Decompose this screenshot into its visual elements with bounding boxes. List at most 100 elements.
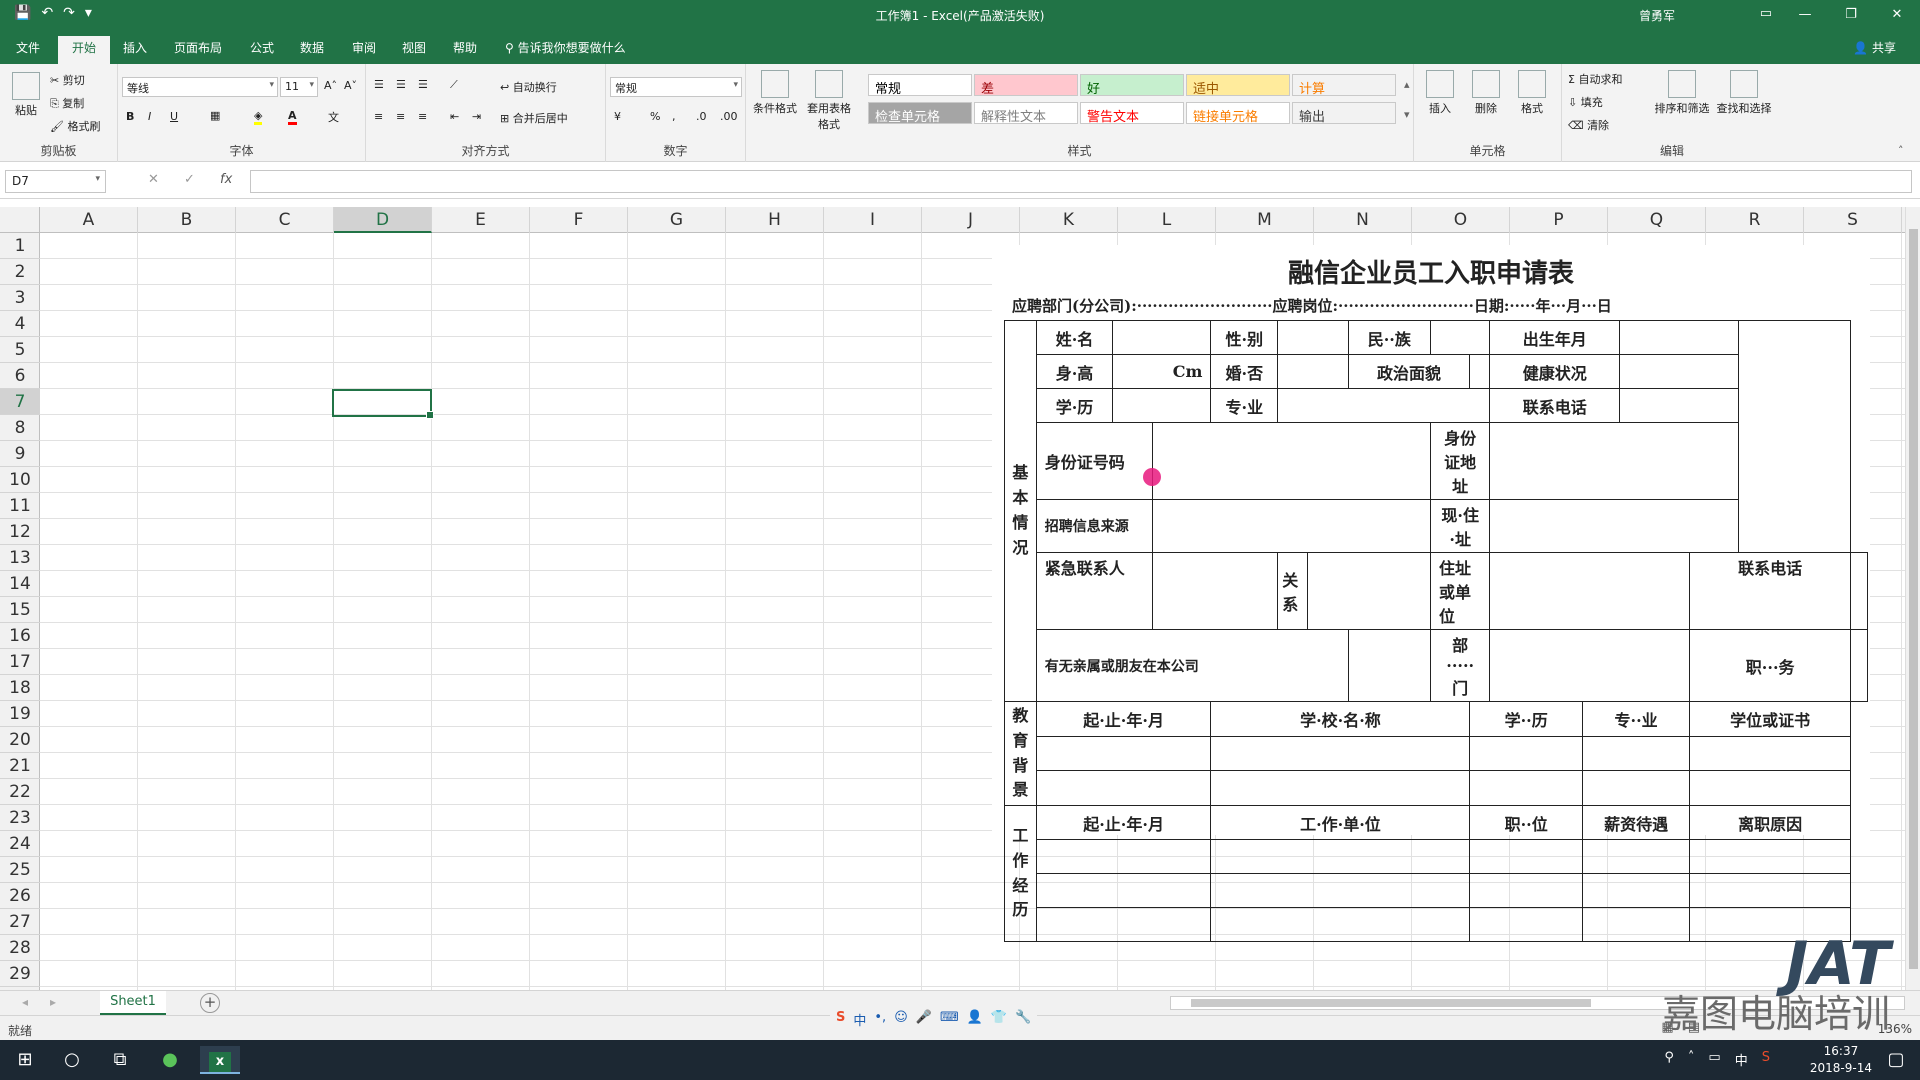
font-color-icon[interactable]: A [288,109,297,125]
input-ethnicity[interactable] [1429,320,1491,355]
row-header[interactable]: 8 [0,415,40,441]
column-header[interactable]: H [726,207,824,233]
fill-color-icon[interactable]: ◈ [254,109,263,125]
work-cell[interactable] [1035,907,1212,943]
row-header[interactable]: 16 [0,623,40,649]
align-top-icon[interactable]: ☰ [374,78,384,91]
edu-cell[interactable] [1469,735,1583,772]
ime-tool-icon[interactable]: ⌨ [940,1010,959,1029]
ime-tool-icon[interactable]: 中 [853,1010,866,1029]
currency-icon[interactable]: ¥ [614,110,621,123]
task-view-icon[interactable]: ⧉ [100,1046,140,1074]
find-select-button[interactable]: 查找和选择 [1714,70,1774,116]
shrink-font-button[interactable]: A˅ [344,79,357,92]
work-cell[interactable] [1581,873,1691,909]
clear-button[interactable]: ⌫ 清除 [1568,117,1609,133]
borders-icon[interactable]: ▦ [210,109,220,122]
increase-decimal-icon[interactable]: .0 [696,110,707,123]
row-header[interactable]: 6 [0,363,40,389]
edu-cell[interactable] [1469,770,1583,807]
cancel-icon[interactable]: ✕ [148,172,159,187]
tab-file[interactable]: 文件 [16,39,40,56]
format-cells-button[interactable]: 格式 [1510,70,1554,116]
person-icon[interactable]: ⚲ [1664,1050,1674,1069]
ime-tool-icon[interactable]: ☺ [894,1010,908,1029]
collapse-ribbon-icon[interactable]: ˄ [1898,144,1904,157]
row-header[interactable]: 10 [0,467,40,493]
cell-style-option[interactable]: 解释性文本 [974,102,1078,125]
column-header[interactable]: J [922,207,1020,233]
ime-tool-icon[interactable]: 👕 [991,1010,1007,1029]
row-header[interactable]: 14 [0,571,40,597]
tab-view[interactable]: 视图 [402,39,426,56]
italic-button[interactable]: I [148,110,151,123]
row-header[interactable]: 15 [0,597,40,623]
comma-button[interactable]: , [672,110,676,123]
align-right-icon[interactable]: ≡ [418,110,427,123]
column-header[interactable]: S [1804,207,1902,233]
column-header[interactable]: N [1314,207,1412,233]
scroll-tabs-right-icon[interactable]: ▸ [50,995,56,1009]
work-cell[interactable] [1035,873,1212,909]
grow-font-button[interactable]: A˄ [324,79,337,92]
input-source[interactable] [1151,499,1431,553]
align-left-icon[interactable]: ≡ [374,110,383,123]
tab-review[interactable]: 审阅 [352,39,376,56]
input-relation[interactable] [1307,552,1431,630]
embedded-form-table[interactable]: 融信企业员工入职申请表 应聘部门(分公司):··················… [992,245,1870,943]
column-header[interactable]: I [824,207,922,233]
input-gender[interactable] [1277,320,1349,355]
tab-help[interactable]: 帮助 [453,39,477,56]
column-header[interactable]: O [1412,207,1510,233]
sort-filter-button[interactable]: 排序和筛选 [1652,70,1712,116]
ime-language[interactable]: 中 [1735,1050,1748,1069]
minimize-button[interactable]: — [1782,0,1828,30]
format-as-table-button[interactable]: 套用表格格式 [804,70,854,132]
ime-tool-icon[interactable]: S [836,1010,845,1029]
styles-more-icon[interactable]: ▾ [1404,108,1410,121]
column-header[interactable]: F [530,207,628,233]
work-cell[interactable] [1035,839,1212,875]
horizontal-scroll-thumb[interactable] [1191,999,1591,1007]
input-id-number[interactable] [1151,422,1431,500]
row-header[interactable]: 22 [0,779,40,805]
tab-data[interactable]: 数据 [300,39,324,56]
input-id-address[interactable] [1489,422,1851,500]
column-header[interactable]: G [628,207,726,233]
select-all-corner[interactable] [0,207,40,233]
sheet-tab-sheet1[interactable]: Sheet1 [100,991,166,1015]
user-name[interactable]: 曾勇军 [1639,7,1675,24]
column-header[interactable]: M [1216,207,1314,233]
tell-me-box[interactable]: ⚲ 告诉我你想要做什么 [505,39,626,56]
input-birth[interactable] [1619,320,1739,355]
edu-cell[interactable] [1581,735,1691,772]
cell-style-option[interactable]: 链接单元格 [1186,102,1290,125]
vertical-scroll-thumb[interactable] [1909,229,1918,969]
row-header[interactable]: 17 [0,649,40,675]
input-marital[interactable] [1277,354,1349,389]
edu-cell[interactable] [1210,735,1471,772]
work-cell[interactable] [1210,907,1471,943]
font-name-select[interactable]: 等线 ▾ [122,77,278,97]
row-header[interactable]: 4 [0,311,40,337]
cell-style-option[interactable]: 常规 [868,74,972,97]
input-politics[interactable] [1469,354,1491,389]
excel-taskbar-icon[interactable]: x [200,1046,240,1074]
work-cell[interactable] [1689,873,1851,909]
work-cell[interactable] [1210,873,1471,909]
cell-style-option[interactable]: 差 [974,74,1078,97]
row-header[interactable]: 5 [0,337,40,363]
delete-cells-button[interactable]: 删除 [1464,70,1508,116]
network-icon[interactable]: ▭ [1708,1050,1720,1069]
add-sheet-button[interactable]: + [200,993,220,1013]
notification-icon[interactable]: ▢ [1876,1046,1916,1074]
sogou-icon[interactable]: S [1762,1050,1770,1069]
edu-cell[interactable] [1035,770,1212,807]
row-header[interactable]: 11 [0,493,40,519]
row-header[interactable]: 18 [0,675,40,701]
column-header[interactable]: A [40,207,138,233]
restore-button[interactable]: ❐ [1828,0,1874,30]
row-header[interactable]: 13 [0,545,40,571]
scroll-tabs-left-icon[interactable]: ◂ [22,995,28,1009]
input-current-address[interactable] [1489,499,1851,553]
